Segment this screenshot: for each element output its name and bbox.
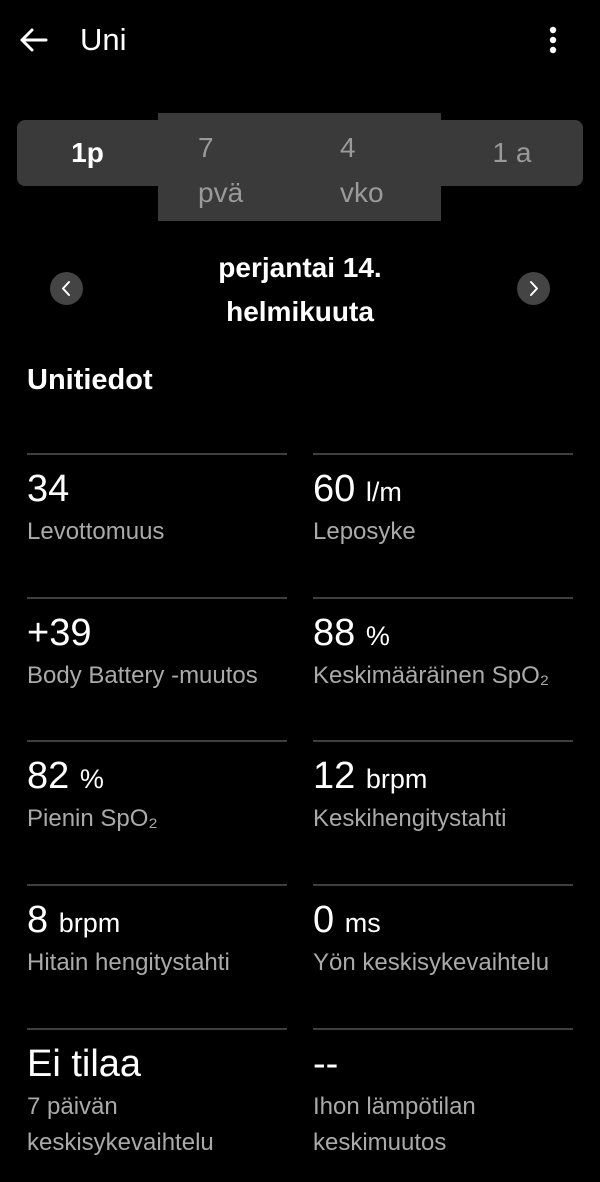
stat-label: Levottomuus xyxy=(27,518,165,545)
chevron-right-icon xyxy=(530,281,538,296)
date-line2: helmikuuta xyxy=(226,296,374,327)
stat-label: Body Battery -muutos xyxy=(27,662,258,689)
date-label: perjantai 14. helmikuuta xyxy=(100,246,500,334)
stat-value: 0 xyxy=(313,899,335,941)
stat-value: 82 xyxy=(27,755,70,797)
chevron-left-icon xyxy=(62,281,70,296)
tab-label: 1p xyxy=(71,137,104,168)
back-button[interactable] xyxy=(16,22,52,58)
tab-label-line2: pvä xyxy=(198,177,244,208)
stat-lowest-respiration: 8 brpm Hitain hengitystahti xyxy=(27,884,287,981)
tab-label-line2: vko xyxy=(340,177,384,208)
tab-label: 1 a xyxy=(492,137,532,168)
stat-restlessness: 34 Levottomuus xyxy=(27,453,287,550)
stat-skin-temp: -- Ihon lämpötilan keskimuutos xyxy=(313,1028,573,1161)
stat-label: Keskihengitystahti xyxy=(313,805,507,832)
stat-value: +39 xyxy=(27,612,92,654)
stat-unit: brpm xyxy=(58,908,121,938)
stat-value: 12 xyxy=(313,755,356,797)
top-app-bar: Uni xyxy=(0,0,600,82)
stat-avg-respiration: 12 brpm Keskihengitystahti xyxy=(313,740,573,837)
stat-value: -- xyxy=(313,1043,339,1085)
section-title: Unitiedot xyxy=(27,364,153,396)
arrow-left-icon xyxy=(20,28,48,52)
stat-label: Hitain hengitystahti xyxy=(27,949,230,976)
stat-label: Yön keskisykevaihtelu xyxy=(313,949,550,976)
tab-label-line1: 7 xyxy=(198,132,214,163)
previous-day-button[interactable] xyxy=(50,272,83,305)
stat-label: Keskimääräinen SpO₂ xyxy=(313,662,550,689)
stat-label: Ihon lämpötilan keskimuutos xyxy=(313,1093,476,1156)
stat-unit: brpm xyxy=(365,764,428,794)
stat-7day-hrv: Ei tilaa 7 päivän keskisykevaihtelu xyxy=(27,1028,287,1161)
more-options-button[interactable] xyxy=(538,22,568,58)
stat-value: 8 xyxy=(27,899,49,941)
tab-1-year[interactable]: 1 a xyxy=(441,120,583,186)
stat-unit: % xyxy=(79,764,104,794)
stat-value: 60 xyxy=(313,468,356,510)
stat-label: 7 päivän keskisykevaihtelu xyxy=(27,1093,214,1156)
stat-unit: % xyxy=(365,621,390,651)
stat-avg-spo2: 88 % Keskimääräinen SpO₂ xyxy=(313,597,573,694)
more-vertical-icon xyxy=(549,26,557,54)
stat-unit: l/m xyxy=(365,477,402,507)
stat-value: 88 xyxy=(313,612,356,654)
stat-overnight-hrv: 0 ms Yön keskisykevaihtelu xyxy=(313,884,573,981)
stat-unit: ms xyxy=(344,908,381,938)
stat-value: Ei tilaa xyxy=(27,1043,142,1085)
next-day-button[interactable] xyxy=(517,272,550,305)
stat-lowest-spo2: 82 % Pienin SpO₂ xyxy=(27,740,287,837)
stat-label: Pienin SpO₂ xyxy=(27,805,158,832)
page-title: Uni xyxy=(80,22,127,57)
date-line1: perjantai 14. xyxy=(218,252,382,283)
stat-label: Leposyke xyxy=(313,518,416,545)
stat-body-battery: +39 Body Battery -muutos xyxy=(27,597,287,694)
stat-value: 34 xyxy=(27,468,70,510)
tab-4-weeks[interactable]: 4 vko xyxy=(340,125,384,215)
tab-1-day[interactable]: 1p xyxy=(17,120,158,186)
tab-7-days[interactable]: 7 pvä xyxy=(198,125,243,215)
tab-label-line1: 4 xyxy=(340,132,356,163)
stat-resting-hr: 60 l/m Leposyke xyxy=(313,453,573,550)
